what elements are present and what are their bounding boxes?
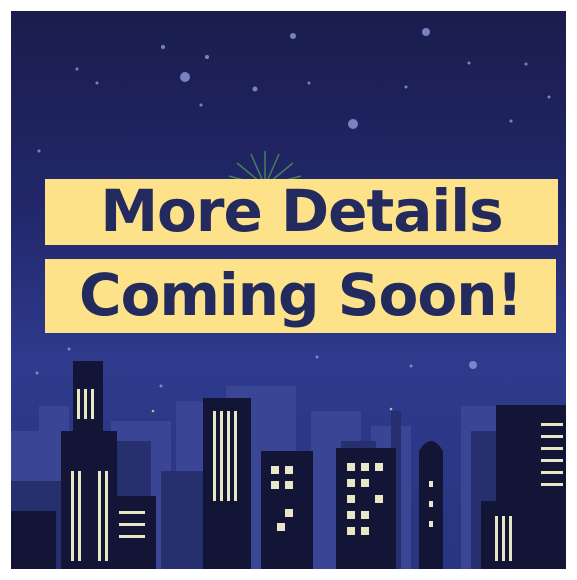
headline-line-2: Coming Soon! (45, 259, 556, 333)
headline-line-1: More Details (45, 179, 558, 245)
coming-soon-poster: More Details Coming Soon! (11, 11, 566, 569)
